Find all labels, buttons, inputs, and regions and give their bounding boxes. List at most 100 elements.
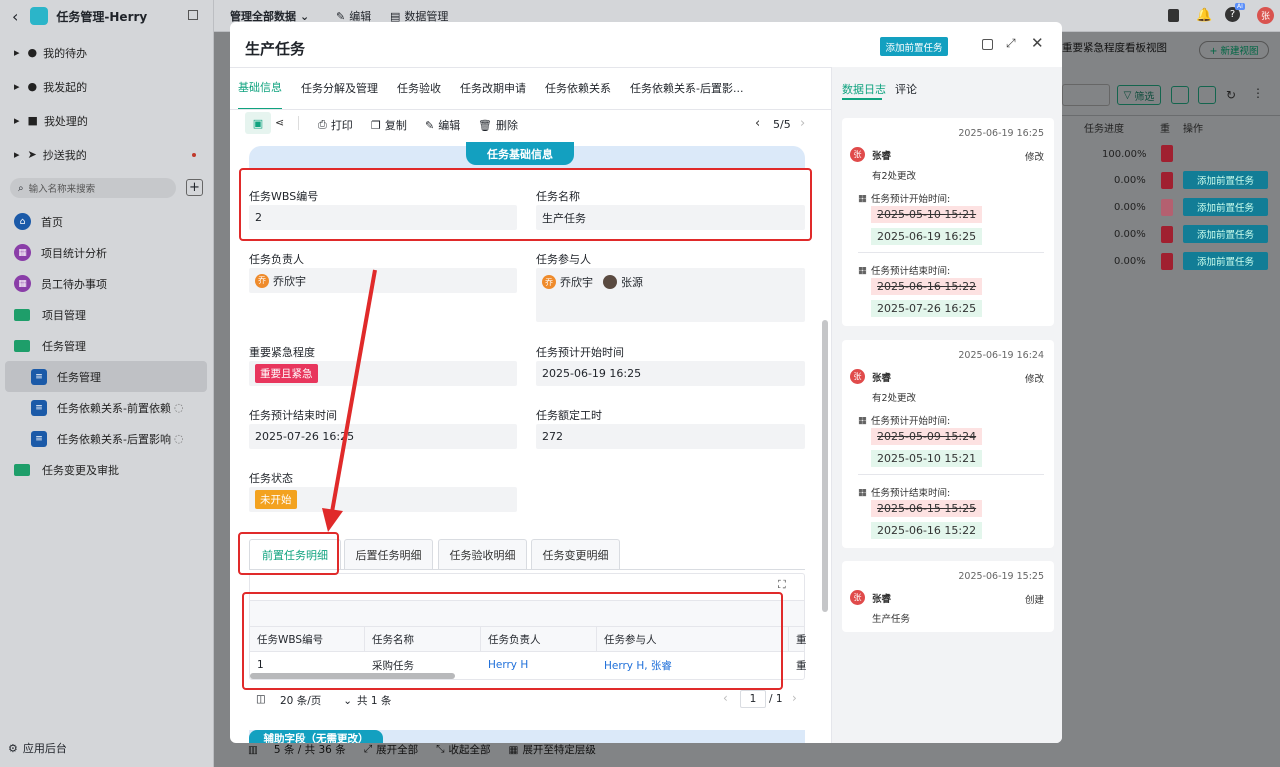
sheet-icon: ≡ [31, 368, 47, 385]
collapse-icon: ⤡ [436, 743, 445, 755]
nav-project-mgmt[interactable]: 项目管理 [0, 299, 214, 330]
search-input[interactable]: 输入名称来搜索 [29, 181, 96, 195]
bell-icon: ● [27, 46, 38, 59]
tab-comments[interactable]: 评论 [895, 81, 917, 97]
expand-icon: ⤢ [363, 743, 373, 755]
tab-data-log[interactable]: 数据日志 [842, 81, 886, 97]
close-icon[interactable]: ✕ [1031, 34, 1044, 52]
add-icon[interactable]: + [186, 179, 203, 196]
nav-task-mgmt[interactable]: ≡ 任务管理 [5, 361, 207, 392]
refresh-icon[interactable]: ↻ [1226, 88, 1236, 102]
priority-tag [1161, 145, 1173, 162]
log-time: 2025-06-19 16:24 [958, 350, 1044, 361]
sidebar-toggle-icon[interactable] [982, 39, 993, 50]
add-pre-task-button[interactable]: 添加前置任务 [1183, 198, 1268, 216]
image-icon[interactable] [1171, 86, 1189, 104]
sidebar-search[interactable]: ⌕ 输入名称来搜索 [10, 178, 176, 198]
nav-task-mgmt-folder[interactable]: 任务管理 [0, 330, 214, 361]
new-view-button[interactable]: + 新建视图 [1199, 41, 1269, 59]
folder-icon [14, 463, 30, 476]
more-icon[interactable]: ⋮ [1252, 86, 1264, 100]
notification-bell-icon[interactable]: 🔔 [1196, 8, 1212, 23]
calendar-icon: ▦ [858, 264, 867, 276]
list-icon: ▥ [248, 743, 258, 756]
play-icon: ● [27, 80, 38, 93]
log-old-value: 2025-06-15 15:25 [871, 500, 983, 517]
bg-progress: 0.00% [1114, 228, 1146, 240]
avatar: 张 [850, 147, 865, 162]
log-card: 2025-06-19 16:25 张 张睿 修改 有2处更改 ▦ 任务预计开始时间… [842, 118, 1054, 326]
app-logo-icon [30, 7, 49, 25]
log-new-value: 2025-06-19 16:25 [871, 228, 983, 245]
unread-dot [192, 152, 196, 157]
user-avatar[interactable]: 张 [1257, 7, 1274, 24]
nav-task-change[interactable]: 任务变更及审批 [0, 454, 214, 485]
col-progress: 任务进度 [1084, 123, 1124, 135]
calendar-icon: ▦ [858, 192, 867, 204]
sidebar-item-handled[interactable]: ▸ ■ 我处理的 [0, 105, 214, 136]
log-summary: 生产任务 [872, 614, 911, 625]
ai-badge: AI [1235, 3, 1245, 10]
sidebar-item-cc[interactable]: ▸ ➤ 抄送我的 [0, 139, 214, 170]
expand-level-button[interactable]: 展开至特定层级 [522, 742, 596, 757]
table-icon: ▤ [390, 9, 401, 23]
sidebar-item-todo[interactable]: ▸ ● 我的待办 [0, 37, 214, 68]
bg-select[interactable] [1062, 84, 1110, 106]
inbox-icon: ■ [27, 114, 38, 127]
nav-dep-pre[interactable]: ≡ 任务依赖关系-前置依赖 ◌ [0, 392, 214, 423]
nav-dep-post[interactable]: ≡ 任务依赖关系-后置影响 ◌ [0, 423, 214, 454]
folder-icon [14, 308, 30, 321]
expand-all-button[interactable]: 展开全部 [376, 742, 418, 757]
log-time: 2025-06-19 15:25 [958, 571, 1044, 582]
filter-button[interactable]: ▽ 筛选 [1117, 85, 1161, 105]
log-time: 2025-06-19 16:25 [958, 128, 1044, 139]
log-action: 创建 [1024, 595, 1044, 606]
filter-icon: ▽ [1123, 89, 1132, 101]
chart-icon: ▦ [14, 244, 31, 261]
app-title-bar: ‹ 任务管理-Herry [12, 6, 147, 26]
sort-icon[interactable] [1198, 86, 1216, 104]
log-action: 修改 [1024, 374, 1044, 385]
calendar-icon: ▦ [858, 486, 867, 498]
back-icon[interactable]: ‹ [12, 7, 18, 26]
chevron-down-icon: ⌄ [300, 9, 310, 23]
fullscreen-icon[interactable]: ⤢ [1006, 36, 1016, 51]
avatar: 张 [850, 369, 865, 384]
log-new-value: 2025-07-26 16:25 [871, 300, 983, 317]
log-user: 张 张睿 [850, 147, 891, 162]
layout-icon[interactable] [188, 10, 198, 20]
log-new-value: 2025-06-16 15:22 [871, 522, 983, 539]
bg-progress: 0.00% [1114, 201, 1146, 213]
add-pre-task-button[interactable]: 添加前置任务 [1183, 225, 1268, 243]
collapse-all-button[interactable]: 收起全部 [449, 742, 491, 757]
annotation-arrow [322, 269, 377, 532]
nav-employee-todo[interactable]: ▦ 员工待办事项 [0, 268, 214, 299]
sidebar: ‹ 任务管理-Herry ▸ ● 我的待办 ▸ ● 我发起的 ▸ ■ 我处理的 ▸ ➤ 抄送我的… [0, 0, 214, 767]
sheet-icon: ≡ [31, 399, 47, 416]
col-importance: 重 [1160, 123, 1170, 135]
log-old-value: 2025-05-10 15:21 [871, 206, 983, 223]
bg-progress: 100.00% [1102, 148, 1147, 160]
log-field: ▦ 任务预计开始时间: [858, 414, 951, 428]
sidebar-item-initiated[interactable]: ▸ ● 我发起的 [0, 71, 214, 102]
add-pre-task-button[interactable]: 添加前置任务 [1183, 171, 1268, 189]
log-old-value: 2025-05-09 15:24 [871, 428, 983, 445]
col-action: 操作 [1183, 123, 1203, 135]
add-pre-task-header-button[interactable]: 添加前置任务 [880, 37, 948, 56]
app-backend[interactable]: ⚙ 应用后台 [8, 740, 67, 756]
nav-project-stats[interactable]: ▦ 项目统计分析 [0, 237, 214, 268]
pencil-icon: ✎ [336, 9, 346, 23]
book-icon[interactable] [1168, 9, 1179, 22]
priority-tag [1161, 199, 1173, 216]
priority-tag [1161, 253, 1173, 270]
folder-open-icon [14, 339, 30, 352]
hidden-eye-icon: ◌ [173, 432, 184, 445]
log-summary: 有2处更改 [872, 393, 917, 404]
calendar-icon: ▦ [858, 414, 867, 426]
nav-home[interactable]: ⌂ 首页 [0, 206, 214, 237]
bg-progress: 0.00% [1114, 255, 1146, 267]
add-pre-task-button[interactable]: 添加前置任务 [1183, 252, 1268, 270]
hidden-eye-icon: ◌ [173, 401, 184, 414]
priority-tag [1161, 172, 1173, 189]
bg-view-name[interactable]: 重要紧急程度看板视图 [1062, 40, 1167, 55]
